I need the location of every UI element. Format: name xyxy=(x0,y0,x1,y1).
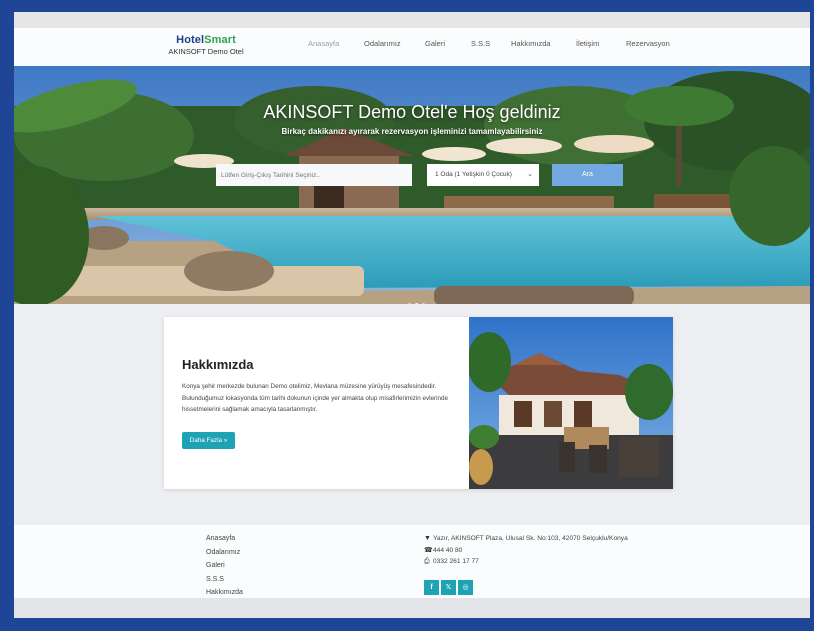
phone-text[interactable]: 444 40 80 xyxy=(433,547,462,554)
carousel-dot-2[interactable] xyxy=(415,303,418,304)
twitter-icon[interactable]: 𝕏 xyxy=(441,580,456,595)
fax-text: 0332 261 17 77 xyxy=(433,558,479,565)
browser-frame: HotelSmart AKINSOFT Demo Otel Anasayfa O… xyxy=(14,12,810,618)
fax-icon: ⎙ xyxy=(424,558,430,565)
footer: Anasayfa Odalarımız Galeri S.S.S Hakkımı… xyxy=(14,525,810,598)
search-button[interactable]: Ara xyxy=(552,164,623,186)
facebook-icon[interactable]: f xyxy=(424,580,439,595)
hotel-terrace-image xyxy=(469,317,673,489)
address-text: Yazır, AKINSOFT Plaza, Ulusal Sk. No:103… xyxy=(433,535,628,542)
phone-icon: ☎ xyxy=(424,546,433,554)
nav-item-anasayfa[interactable]: Anasayfa xyxy=(308,39,339,48)
contact-info: ▼ Yazır, AKINSOFT Plaza, Ulusal Sk. No:10… xyxy=(424,533,628,568)
footer-link-odalarimiz[interactable]: Odalarımız xyxy=(206,546,243,560)
carousel-dot-3[interactable] xyxy=(422,303,425,304)
fax-row: ⎙ 0332 261 17 77 xyxy=(424,556,628,568)
top-strip xyxy=(14,12,810,28)
more-button[interactable]: Daha Fazla » xyxy=(182,432,235,449)
footer-link-galeri[interactable]: Galeri xyxy=(206,559,243,573)
carousel-indicators xyxy=(408,293,429,304)
about-section: Hakkımızda Konya şehir merkezde bulunan … xyxy=(164,317,673,489)
about-text: Konya şehir merkezde bulunan Demo otelim… xyxy=(182,383,449,413)
room-select-value: 1 Oda (1 Yetişkin 0 Çocuk) xyxy=(435,171,512,178)
footer-link-anasayfa[interactable]: Anasayfa xyxy=(206,532,243,546)
social-links: f 𝕏 ◎ xyxy=(424,576,475,595)
room-guest-select[interactable]: 1 Oda (1 Yetişkin 0 Çocuk) ⌄ xyxy=(427,164,539,186)
hero-title: AKINSOFT Demo Otel'e Hoş geldiniz xyxy=(263,102,561,122)
chevron-down-icon: ⌄ xyxy=(527,171,533,178)
nav-item-sss[interactable]: S.S.S xyxy=(471,39,490,48)
hero-subtitle: Birkaç dakikanızı ayırarak rezervasyon i… xyxy=(281,127,543,136)
bottom-strip xyxy=(14,598,810,618)
nav-item-galeri[interactable]: Galeri xyxy=(425,39,445,48)
hero-carousel: AKINSOFT Demo Otel'e Hoş geldiniz Birkaç… xyxy=(14,66,810,304)
nav-item-odalarimiz[interactable]: Odalarımız xyxy=(364,39,401,48)
footer-link-sss[interactable]: S.S.S xyxy=(206,573,243,587)
date-range-input[interactable] xyxy=(216,164,412,186)
phone-row: ☎444 40 80 xyxy=(424,545,628,557)
nav-item-rezervasyon[interactable]: Rezervasyon xyxy=(626,39,670,48)
carousel-dot-1[interactable] xyxy=(408,303,411,304)
nav-item-hakkimizda[interactable]: Hakkımızda xyxy=(511,39,551,48)
nav-item-iletisim[interactable]: İletişim xyxy=(576,39,599,48)
main-nav: Anasayfa Odalarımız Galeri S.S.S Hakkımı… xyxy=(14,39,810,53)
footer-links: Anasayfa Odalarımız Galeri S.S.S Hakkımı… xyxy=(206,532,243,600)
address-row: ▼ Yazır, AKINSOFT Plaza, Ulusal Sk. No:10… xyxy=(424,533,628,545)
map-marker-icon: ▼ xyxy=(424,535,431,542)
instagram-icon[interactable]: ◎ xyxy=(458,580,473,595)
navbar: HotelSmart AKINSOFT Demo Otel Anasayfa O… xyxy=(14,28,810,66)
about-title: Hakkımızda xyxy=(182,357,254,372)
